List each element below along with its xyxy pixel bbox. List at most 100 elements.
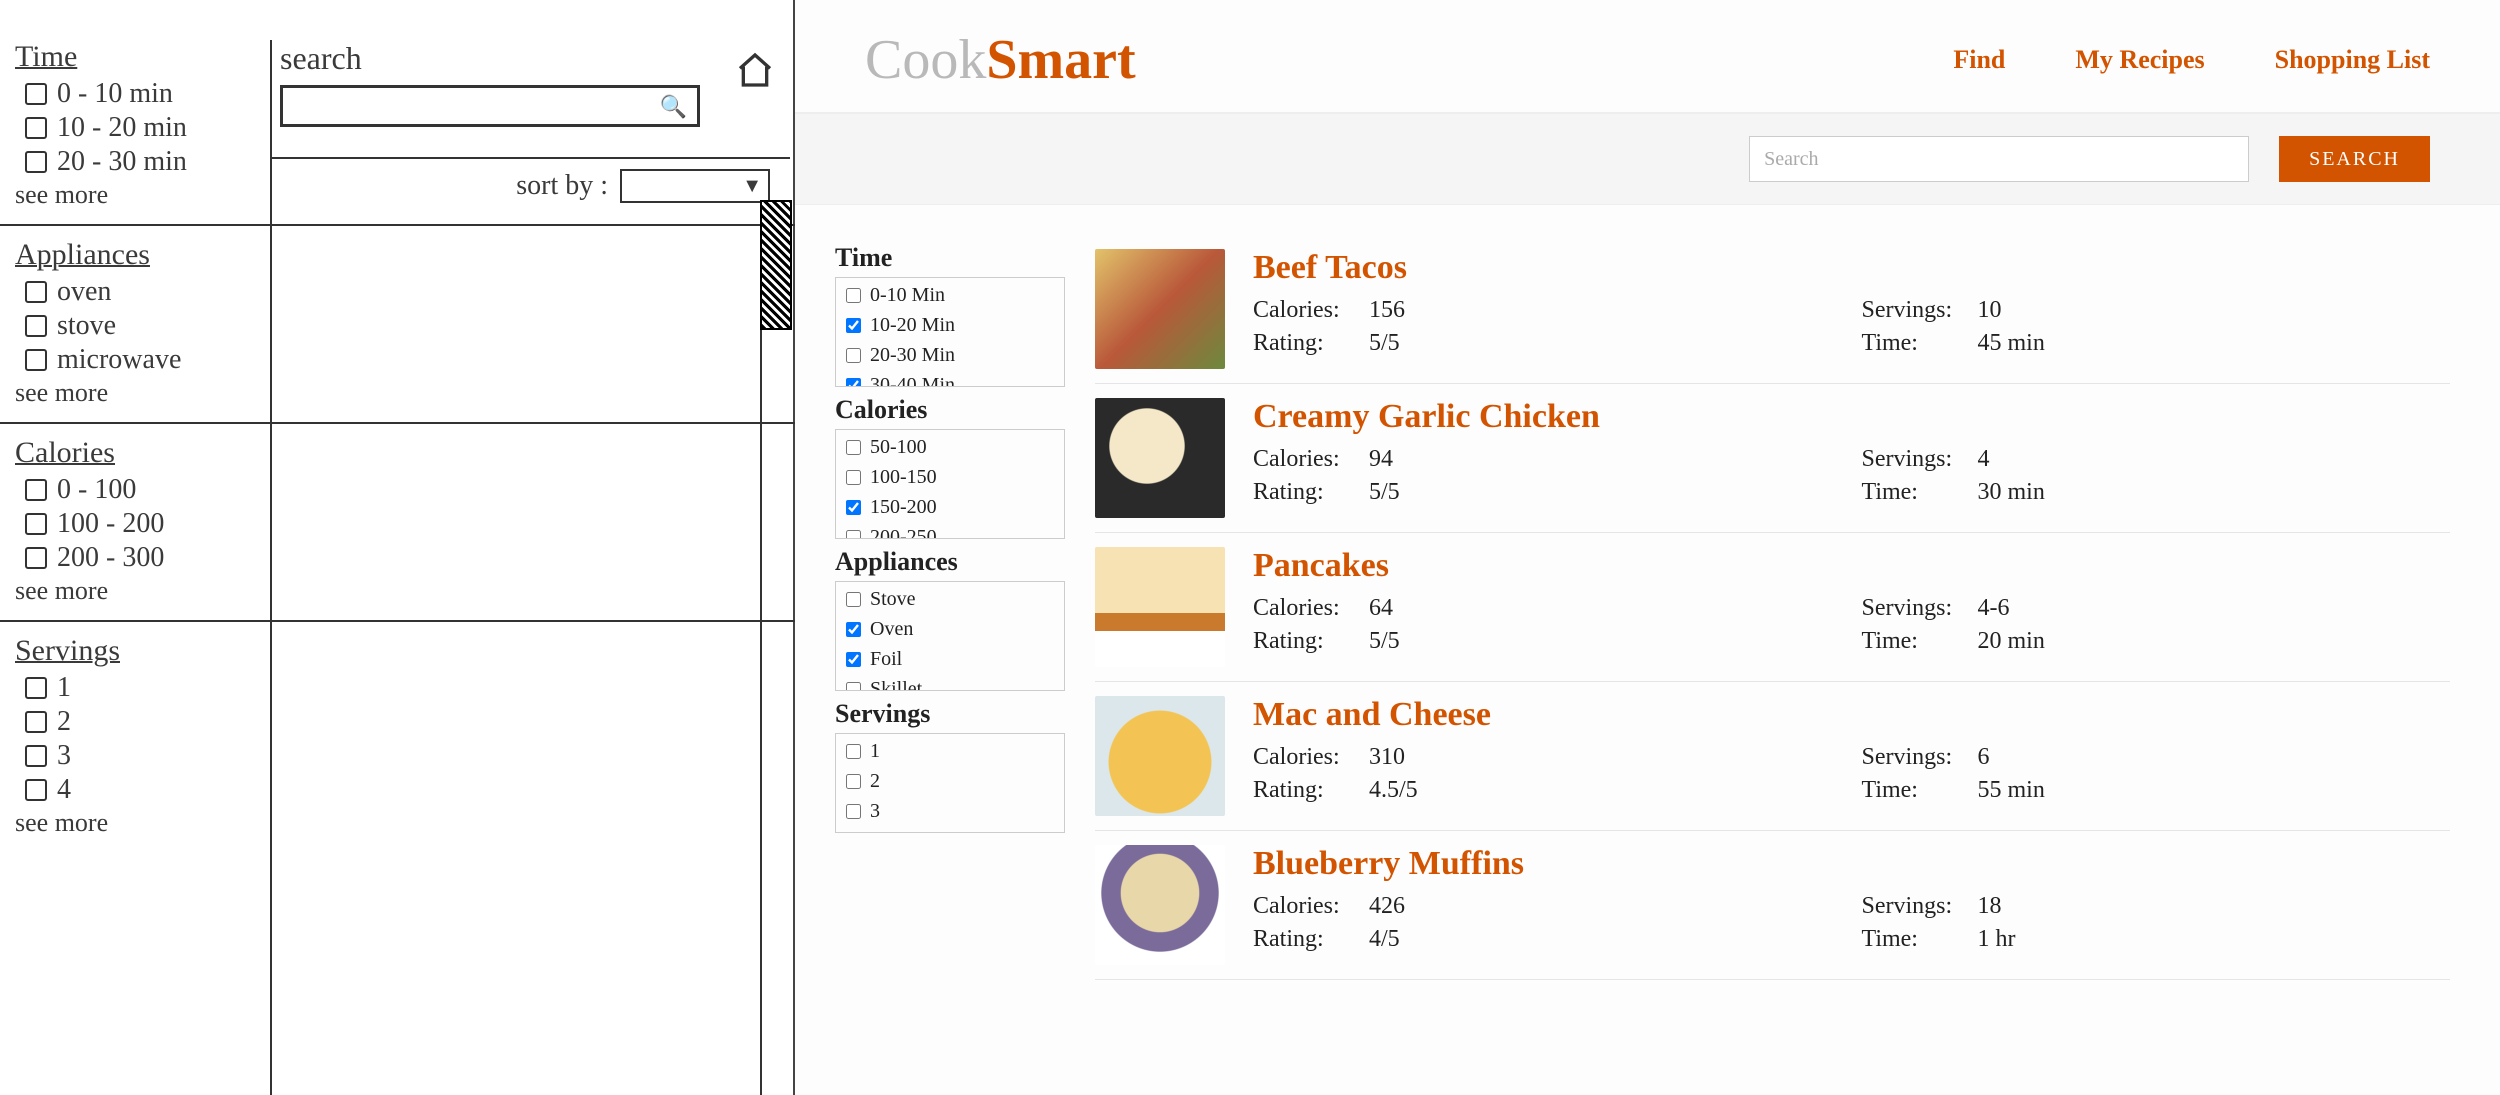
- hifi-pane: CookSmart Find My Recipes Shopping List …: [795, 0, 2500, 1095]
- filter-option[interactable]: 10-20 Min: [842, 310, 1058, 340]
- wf-see-more[interactable]: see more: [15, 378, 270, 408]
- filter-option[interactable]: Oven: [842, 614, 1058, 644]
- checkbox-icon[interactable]: [846, 318, 861, 333]
- wf-time-opt[interactable]: 20 - 30 min: [25, 146, 270, 178]
- home-icon[interactable]: [735, 50, 775, 95]
- filter-option[interactable]: 200-250: [842, 522, 1058, 539]
- filter-option[interactable]: 2: [842, 766, 1058, 796]
- checkbox-icon[interactable]: [846, 592, 861, 607]
- recipe-title[interactable]: Mac and Cheese: [1253, 696, 2450, 734]
- label-servings: Servings:: [1862, 744, 1972, 771]
- wf-appliance-opt[interactable]: oven: [25, 276, 270, 308]
- checkbox-icon[interactable]: [846, 500, 861, 515]
- checkbox-icon[interactable]: [25, 83, 47, 105]
- filter-option[interactable]: Foil: [842, 644, 1058, 674]
- wf-search-input[interactable]: 🔍: [280, 85, 700, 127]
- filter-calories-box[interactable]: 50-100100-150150-200200-250: [835, 429, 1065, 539]
- checkbox-icon[interactable]: [846, 804, 861, 819]
- recipe-meta: Calories: 310 Servings: 6 Rating: 4.5/5 …: [1253, 744, 2450, 804]
- checkbox-icon[interactable]: [25, 547, 47, 569]
- wf-servings-opt[interactable]: 3: [25, 740, 270, 772]
- filter-option-label: 3: [870, 796, 880, 826]
- wf-appliance-opt[interactable]: microwave: [25, 344, 270, 376]
- checkbox-icon[interactable]: [25, 151, 47, 173]
- filter-option[interactable]: 1: [842, 736, 1058, 766]
- checkbox-icon[interactable]: [846, 470, 861, 485]
- checkbox-icon[interactable]: [846, 744, 861, 759]
- checkbox-icon[interactable]: [846, 682, 861, 692]
- wf-sort-dropdown[interactable]: ▼: [620, 169, 770, 203]
- checkbox-icon[interactable]: [25, 315, 47, 337]
- recipe-title[interactable]: Pancakes: [1253, 547, 2450, 585]
- header: CookSmart Find My Recipes Shopping List: [795, 0, 2500, 114]
- wf-see-more[interactable]: see more: [15, 180, 270, 210]
- wf-see-more[interactable]: see more: [15, 576, 270, 606]
- nav-my[interactable]: My Recipes: [2075, 45, 2204, 75]
- recipe-thumbnail[interactable]: [1095, 398, 1225, 518]
- recipe-title[interactable]: Creamy Garlic Chicken: [1253, 398, 2450, 436]
- search-input[interactable]: [1749, 136, 2249, 182]
- checkbox-icon[interactable]: [846, 774, 861, 789]
- recipe-title[interactable]: Blueberry Muffins: [1253, 845, 2450, 883]
- recipe-card[interactable]: Creamy Garlic Chicken Calories: 94 Servi…: [1095, 384, 2450, 533]
- wf-filters-column: Time 0 - 10 min 10 - 20 min 20 - 30 min …: [15, 40, 270, 852]
- filter-appliances-box[interactable]: StoveOvenFoilSkillet: [835, 581, 1065, 691]
- recipe-card[interactable]: Pancakes Calories: 64 Servings: 4-6 Rati…: [1095, 533, 2450, 682]
- search-button[interactable]: SEARCH: [2279, 136, 2430, 182]
- checkbox-icon[interactable]: [25, 711, 47, 733]
- checkbox-icon[interactable]: [25, 281, 47, 303]
- wf-time-opt[interactable]: 10 - 20 min: [25, 112, 270, 144]
- checkbox-icon[interactable]: [846, 378, 861, 388]
- checkbox-icon[interactable]: [846, 440, 861, 455]
- checkbox-icon[interactable]: [25, 117, 47, 139]
- filter-option[interactable]: 100-150: [842, 462, 1058, 492]
- nav-find[interactable]: Find: [1953, 45, 2005, 75]
- filter-time-box[interactable]: 0-10 Min10-20 Min20-30 Min30-40 Min: [835, 277, 1065, 387]
- wf-appliance-opt[interactable]: stove: [25, 310, 270, 342]
- wf-time-opt[interactable]: 0 - 10 min: [25, 78, 270, 110]
- recipe-thumbnail[interactable]: [1095, 696, 1225, 816]
- filter-option[interactable]: 4: [842, 826, 1058, 833]
- filter-option[interactable]: 50-100: [842, 432, 1058, 462]
- filter-option[interactable]: 150-200: [842, 492, 1058, 522]
- brand-logo[interactable]: CookSmart: [865, 28, 1136, 92]
- checkbox-icon[interactable]: [25, 677, 47, 699]
- filter-option[interactable]: 0-10 Min: [842, 280, 1058, 310]
- scrollbar-icon[interactable]: [760, 200, 792, 330]
- filter-option[interactable]: 20-30 Min: [842, 340, 1058, 370]
- filter-option[interactable]: Stove: [842, 584, 1058, 614]
- checkbox-icon[interactable]: [25, 745, 47, 767]
- search-icon[interactable]: 🔍: [660, 94, 687, 120]
- recipe-title[interactable]: Beef Tacos: [1253, 249, 2450, 287]
- recipe-thumbnail[interactable]: [1095, 845, 1225, 965]
- nav-list[interactable]: Shopping List: [2275, 45, 2430, 75]
- checkbox-icon[interactable]: [846, 348, 861, 363]
- wf-calories-opt[interactable]: 100 - 200: [25, 508, 270, 540]
- checkbox-icon[interactable]: [846, 288, 861, 303]
- filter-calories-title: Calories: [835, 395, 1065, 425]
- checkbox-icon[interactable]: [25, 779, 47, 801]
- checkbox-icon[interactable]: [846, 652, 861, 667]
- recipe-card[interactable]: Blueberry Muffins Calories: 426 Servings…: [1095, 831, 2450, 980]
- recipe-card[interactable]: Beef Tacos Calories: 156 Servings: 10 Ra…: [1095, 235, 2450, 384]
- wf-servings-opt[interactable]: 2: [25, 706, 270, 738]
- wf-see-more[interactable]: see more: [15, 808, 270, 838]
- filter-option[interactable]: 30-40 Min: [842, 370, 1058, 387]
- checkbox-icon[interactable]: [25, 479, 47, 501]
- checkbox-icon[interactable]: [25, 349, 47, 371]
- checkbox-icon[interactable]: [846, 622, 861, 637]
- checkbox-icon[interactable]: [846, 530, 861, 540]
- recipe-card[interactable]: Mac and Cheese Calories: 310 Servings: 6…: [1095, 682, 2450, 831]
- recipe-thumbnail[interactable]: [1095, 249, 1225, 369]
- wf-calories-opt[interactable]: 0 - 100: [25, 474, 270, 506]
- filter-option[interactable]: Skillet: [842, 674, 1058, 691]
- recipe-thumbnail[interactable]: [1095, 547, 1225, 667]
- checkbox-icon[interactable]: [25, 513, 47, 535]
- filter-servings-box[interactable]: 1234: [835, 733, 1065, 833]
- value-servings: 18: [1978, 893, 2002, 919]
- wf-calories-opt[interactable]: 200 - 300: [25, 542, 270, 574]
- wf-servings-opt[interactable]: 1: [25, 672, 270, 704]
- filter-option[interactable]: 3: [842, 796, 1058, 826]
- value-time: 55 min: [1978, 777, 2045, 803]
- wf-servings-opt[interactable]: 4: [25, 774, 270, 806]
